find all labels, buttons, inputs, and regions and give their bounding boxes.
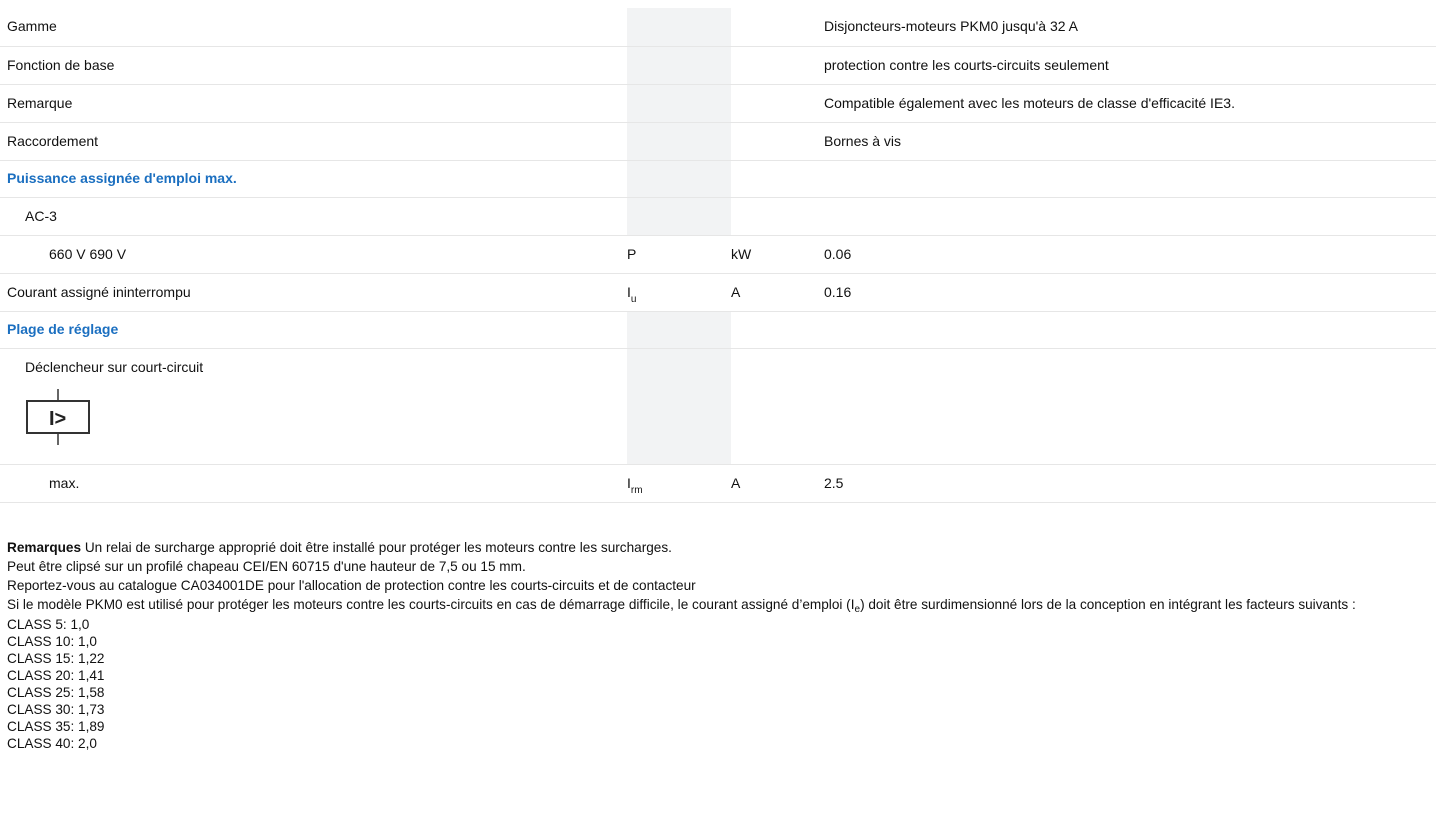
row-courant: Courant assigné ininterrompu Iu A 0.16 [0, 273, 1436, 312]
row-unit: A [731, 273, 818, 312]
notes-text: ) doit être surdimensionné lors de la co… [860, 597, 1356, 612]
row-fonction-de-base: Fonction de base protection contre les c… [0, 46, 1436, 85]
symbol-cell [627, 348, 731, 465]
symbol-subscript: u [630, 293, 637, 305]
unit-cell [731, 84, 818, 123]
row-label: 660 V 690 V [0, 235, 627, 274]
row-value: 0.06 [818, 235, 1436, 274]
row-label: max. [0, 464, 627, 503]
notes-subscript: e [854, 604, 861, 615]
class-factor: CLASS 20: 1,41 [7, 668, 105, 683]
row-value: Disjoncteurs-moteurs PKM0 jusqu'à 32 A [818, 8, 1436, 47]
class-factor: CLASS 10: 1,0 [7, 634, 97, 649]
class-factor: CLASS 35: 1,89 [7, 719, 105, 734]
symbol-cell [627, 84, 731, 123]
unit-cell [731, 8, 818, 47]
row-unit: A [731, 464, 818, 503]
class-factor: CLASS 15: 1,22 [7, 651, 105, 666]
row-value: 2.5 [818, 464, 1436, 503]
symbol-cell [627, 160, 731, 198]
notes-label: Remarques [7, 540, 82, 555]
row-declencheur: Déclencheur sur court-circuit I> [0, 348, 1436, 465]
notes-line-1: Remarques Un relai de surcharge appropri… [7, 538, 1429, 557]
class-factor: CLASS 40: 2,0 [7, 736, 97, 751]
notes-text: Si le modèle PKM0 est utilisé pour proté… [7, 597, 855, 612]
row-max: max. Irm A 2.5 [0, 464, 1436, 503]
row-raccordement: Raccordement Bornes à vis [0, 122, 1436, 161]
unit-cell [731, 311, 818, 349]
row-label-cell: Déclencheur sur court-circuit I> [0, 348, 627, 465]
notes-line-3: Reportez-vous au catalogue CA034001DE po… [7, 578, 696, 593]
section-heading: Plage de réglage [0, 311, 627, 349]
row-symbol: Irm [627, 464, 731, 503]
notes-text: Un relai de surcharge approprié doit êtr… [81, 540, 672, 555]
row-symbol: P [627, 235, 731, 274]
row-value: Bornes à vis [818, 122, 1436, 161]
unit-cell [731, 348, 818, 465]
spec-table: Gamme Disjoncteurs-moteurs PKM0 jusqu'à … [0, 8, 1436, 503]
unit-cell [731, 160, 818, 198]
symbol-cell [627, 311, 731, 349]
row-label: Raccordement [0, 122, 627, 161]
row-remarque: Remarque Compatible également avec les m… [0, 84, 1436, 123]
row-unit: kW [731, 235, 818, 274]
symbol-cell [627, 197, 731, 236]
symbol-subscript: rm [630, 484, 643, 496]
class-factor: CLASS 5: 1,0 [7, 617, 90, 632]
section-heading: Puissance assignée d'emploi max. [0, 160, 627, 198]
symbol-cell [627, 122, 731, 161]
symbol-cell [627, 46, 731, 85]
row-label: Déclencheur sur court-circuit [25, 358, 204, 375]
value-cell [818, 311, 1436, 349]
short-circuit-release-symbol-icon: I> [26, 388, 90, 445]
class-factor: CLASS 25: 1,58 [7, 685, 105, 700]
value-cell [818, 348, 1436, 465]
notes-line-4: Si le modèle PKM0 est utilisé pour proté… [7, 595, 1429, 616]
row-label: AC-3 [0, 197, 627, 236]
row-ac3: AC-3 [0, 197, 1436, 236]
section-puissance: Puissance assignée d'emploi max. [0, 160, 1436, 198]
notes-block: Remarques Un relai de surcharge appropri… [7, 538, 1429, 752]
row-symbol: Iu [627, 273, 731, 312]
section-plage: Plage de réglage [0, 311, 1436, 349]
class-factor: CLASS 30: 1,73 [7, 702, 105, 717]
product-spec-page: Gamme Disjoncteurs-moteurs PKM0 jusqu'à … [0, 0, 1436, 751]
row-gamme: Gamme Disjoncteurs-moteurs PKM0 jusqu'à … [0, 8, 1436, 47]
row-label: Fonction de base [0, 46, 627, 85]
value-cell [818, 197, 1436, 236]
unit-cell [731, 46, 818, 85]
release-symbol-text: I> [49, 408, 66, 430]
notes-line-2: Peut être clipsé sur un profilé chapeau … [7, 559, 526, 574]
row-value: 0.16 [818, 273, 1436, 312]
symbol-cell [627, 8, 731, 47]
row-tension: 660 V 690 V P kW 0.06 [0, 235, 1436, 274]
value-cell [818, 160, 1436, 198]
row-label: Gamme [0, 8, 627, 47]
unit-cell [731, 197, 818, 236]
row-label: Courant assigné ininterrompu [0, 273, 627, 312]
unit-cell [731, 122, 818, 161]
row-label: Remarque [0, 84, 627, 123]
row-value: Compatible également avec les moteurs de… [818, 84, 1436, 123]
row-value: protection contre les courts-circuits se… [818, 46, 1436, 85]
